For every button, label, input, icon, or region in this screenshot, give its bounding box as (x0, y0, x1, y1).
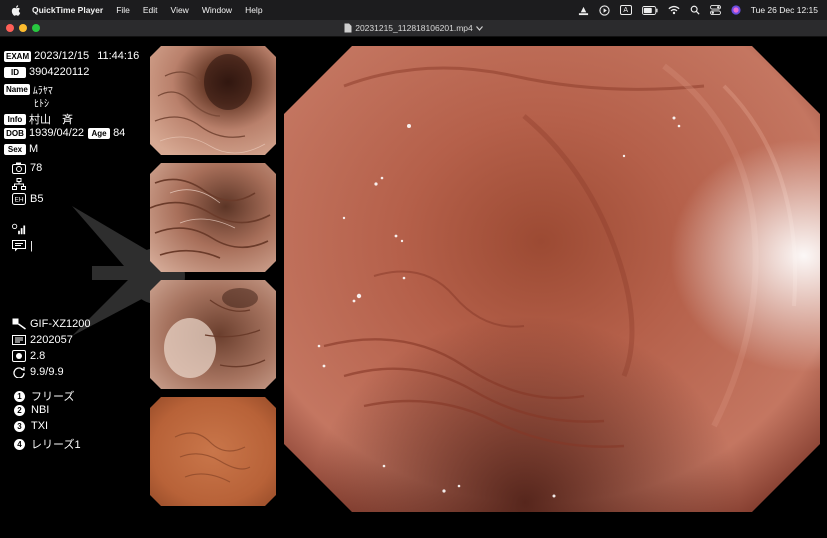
button-number-1: 1 (14, 390, 25, 402)
wifi-icon[interactable] (668, 5, 680, 15)
button-row-1: 1 フリーズ (14, 388, 74, 404)
sex-value: M (29, 143, 39, 155)
frame-thumbnail-1[interactable] (150, 46, 276, 155)
exam-date: 2023/12/15 (34, 50, 90, 62)
ratio-row: 9.9/9.9 (12, 366, 64, 378)
endoscopy-main-view[interactable] (284, 46, 820, 512)
camera-icon (12, 162, 26, 174)
comment-icon (12, 240, 26, 252)
button-row-3: 3 TXI (14, 420, 48, 432)
frame-thumbnail-2[interactable] (150, 163, 276, 272)
menubar-clock[interactable]: Tue 26 Dec 12:15 (751, 5, 818, 15)
window-controls (6, 24, 40, 32)
search-icon[interactable] (690, 5, 700, 15)
sex-row: Sex M (4, 143, 38, 155)
scope-model: GIF-XZ1200 (30, 318, 91, 330)
svg-text:EH: EH (14, 197, 23, 204)
button-label-2: NBI (31, 404, 50, 416)
network-icon (12, 178, 26, 190)
button-label-3: TXI (31, 420, 49, 432)
dob-value: 1939/04/22 (29, 127, 85, 139)
camera-value: 78 (30, 162, 43, 174)
rotate-icon (13, 367, 25, 378)
patient-id: 3904220112 (29, 66, 90, 78)
signal-row (12, 223, 30, 235)
signal-strength-icon (12, 223, 26, 235)
signal-value: | (30, 240, 33, 252)
mode-value: B5 (30, 193, 44, 205)
button-number-3: 3 (14, 420, 25, 432)
button-label-4: レリーズ1 (31, 439, 81, 451)
window-title-text: 20231215_112818106201.mp4 (355, 23, 473, 33)
window-title[interactable]: 20231215_112818106201.mp4 (344, 23, 483, 33)
button-number-4: 4 (14, 438, 25, 450)
id-tag: ID (4, 66, 26, 78)
scope-icon (12, 318, 26, 330)
close-button[interactable] (6, 24, 14, 32)
battery-icon[interactable] (641, 5, 658, 15)
comment-row: | (12, 240, 33, 252)
input-source-icon[interactable]: A (619, 5, 632, 15)
exam-tag: EXAM (4, 50, 32, 62)
minimize-button[interactable] (19, 24, 27, 32)
menu-app-name[interactable]: QuickTime Player (32, 5, 103, 15)
scope-row: GIF-XZ1200 (12, 318, 91, 330)
id-row: ID 3904220112 (4, 66, 89, 78)
button-label-1: フリーズ (31, 391, 75, 403)
aperture-value: 2.8 (30, 350, 46, 362)
serial-icon (12, 335, 26, 345)
mode-row: EH B5 (12, 193, 43, 205)
frame-thumbnail-4[interactable] (150, 397, 276, 506)
document-icon (344, 23, 352, 33)
menu-window[interactable]: Window (202, 5, 232, 15)
playback-icon[interactable] (599, 4, 610, 16)
button-row-4: 4 レリーズ1 (14, 436, 81, 452)
button-row-2: 2 NBI (14, 404, 49, 416)
zoom-button[interactable] (32, 24, 40, 32)
window-titlebar: 20231215_112818106201.mp4 (0, 20, 827, 37)
chevron-down-icon[interactable] (475, 25, 483, 31)
menu-view[interactable]: View (171, 5, 189, 15)
dob-row: DOB 1939/04/22 Age 84 (4, 127, 125, 139)
siri-icon[interactable] (731, 5, 741, 15)
name-tag: Name (4, 84, 30, 95)
patient-name-kana-2: ﾋﾄｼ (34, 99, 49, 110)
serial-row: 2202057 (12, 334, 73, 346)
age-tag: Age (88, 127, 111, 139)
menu-help[interactable]: Help (245, 5, 262, 15)
enhance-mode-icon: EH (12, 193, 26, 205)
scope-serial: 2202057 (30, 334, 73, 346)
aperture-row: 2.8 (12, 350, 45, 362)
frame-thumbnail-3[interactable] (150, 280, 276, 389)
menu-edit[interactable]: Edit (143, 5, 158, 15)
menu-file[interactable]: File (116, 5, 130, 15)
age-value: 84 (113, 127, 126, 139)
button-number-2: 2 (14, 404, 25, 416)
exam-row: EXAM 2023/12/15 11:44:16 (4, 50, 139, 62)
dob-tag: DOB (4, 127, 26, 139)
aperture-icon (12, 350, 26, 362)
network-row (12, 178, 30, 190)
ratio-value: 9.9/9.9 (30, 366, 64, 378)
control-center-icon[interactable] (709, 5, 721, 15)
name-row-2: ﾋﾄｼ (34, 95, 49, 110)
info-tag: Info (4, 113, 26, 125)
camera-row: 78 (12, 162, 42, 174)
info-row: Info 村山 斉 (4, 111, 73, 127)
sex-tag: Sex (4, 143, 26, 155)
menu-bar: QuickTime Player File Edit View Window H… (0, 0, 827, 20)
patient-name-kanji: 村山 斉 (29, 114, 73, 126)
user-icon[interactable] (578, 5, 589, 16)
status-area: A Tue 26 Dec 12:15 (578, 0, 818, 20)
apple-icon[interactable] (10, 4, 23, 17)
exam-time: 11:44:16 (97, 50, 140, 62)
